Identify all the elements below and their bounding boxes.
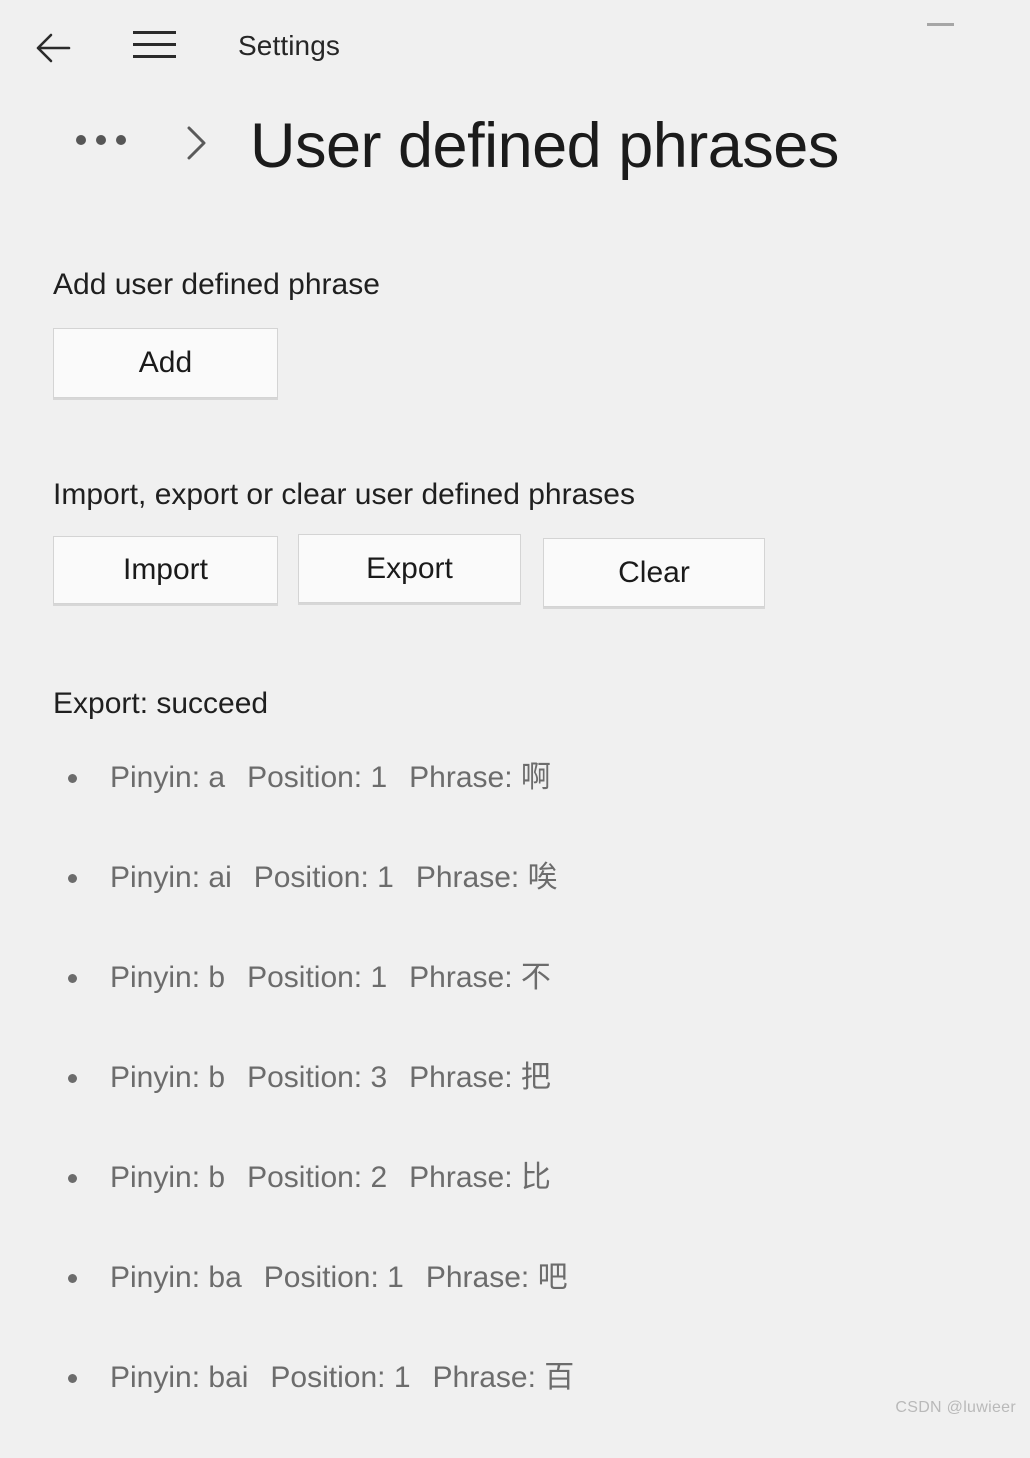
title-bar: Settings [0,0,1030,96]
list-item: Pinyin: b Position: 2 Phrase: 比 [0,1158,1030,1258]
import-button[interactable]: Import [53,536,278,604]
list-bullet-icon [68,1174,77,1183]
add-phrase-section-label: Add user defined phrase [53,268,380,301]
chevron-right-icon [183,124,211,162]
list-bullet-icon [68,874,77,883]
phrase-list: Pinyin: a Position: 1 Phrase: 啊 Pinyin: ai P… [0,758,1030,1458]
minimize-dash [927,23,954,26]
breadcrumb: User defined phrases [0,100,1030,200]
back-arrow-icon[interactable] [31,26,75,70]
list-bullet-icon [68,1274,77,1283]
list-item: Pinyin: ai Position: 1 Phrase: 唉 [0,858,1030,958]
list-bullet-icon [68,974,77,983]
import-export-clear-section-label: Import, export or clear user defined phr… [53,478,635,511]
ellipsis-dot-3 [116,135,126,145]
list-item: Pinyin: a Position: 1 Phrase: 啊 [0,758,1030,858]
list-bullet-icon [68,774,77,783]
list-item-label: Pinyin: b Position: 2 Phrase: 比 [110,1160,551,1195]
minimize-icon[interactable] [919,8,965,40]
list-bullet-icon [68,1374,77,1383]
list-item-label: Pinyin: ai Position: 1 Phrase: 唉 [110,860,558,895]
page-title: User defined phrases [250,111,839,181]
list-item-label: Pinyin: ba Position: 1 Phrase: 吧 [110,1260,568,1295]
ellipsis-dot-2 [96,135,106,145]
list-item: Pinyin: bai Position: 1 Phrase: 百 [0,1358,1030,1458]
clear-button[interactable]: Clear [543,538,765,607]
ellipsis-dot-1 [76,135,86,145]
hamburger-bar-3 [133,55,176,58]
list-item: Pinyin: b Position: 3 Phrase: 把 [0,1058,1030,1158]
breadcrumb-overflow-icon[interactable] [74,132,130,148]
status-message: Export: succeed [53,687,269,720]
watermark: CSDN @luwieer [895,1399,1016,1416]
hamburger-bar-1 [133,31,176,34]
list-item-label: Pinyin: b Position: 1 Phrase: 不 [110,960,551,995]
list-item-label: Pinyin: b Position: 3 Phrase: 把 [110,1060,551,1095]
list-item: Pinyin: b Position: 1 Phrase: 不 [0,958,1030,1058]
hamburger-menu-icon[interactable] [130,26,178,62]
list-item: Pinyin: ba Position: 1 Phrase: 吧 [0,1258,1030,1358]
export-button[interactable]: Export [298,534,521,603]
list-item-label: Pinyin: bai Position: 1 Phrase: 百 [110,1360,575,1395]
list-bullet-icon [68,1074,77,1083]
add-button[interactable]: Add [53,328,278,398]
app-title: Settings [238,30,340,61]
hamburger-bar-2 [133,43,176,46]
list-item-label: Pinyin: a Position: 1 Phrase: 啊 [110,760,551,795]
